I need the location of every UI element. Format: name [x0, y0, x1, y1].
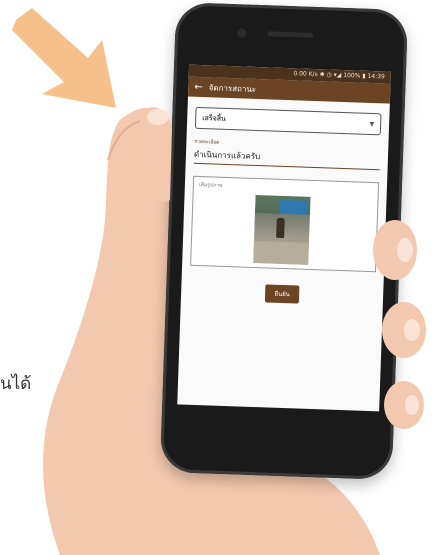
button-row: ยืนยัน — [189, 278, 376, 306]
front-camera — [237, 28, 247, 38]
photo-ground — [253, 240, 309, 265]
status-select-value: เสร็จสิ้น — [202, 113, 226, 123]
confirm-button[interactable]: ยืนยัน — [265, 284, 300, 304]
photo-person — [276, 217, 285, 239]
back-arrow-icon[interactable]: ← — [194, 81, 203, 92]
status-select[interactable]: เสร็จสิ้น ▼ — [194, 106, 382, 136]
chevron-down-icon: ▼ — [369, 120, 375, 128]
form-content: เสร็จสิ้น ▼ รายละเอียด ดำเนินการแล้วครับ… — [181, 97, 390, 307]
photo-stall — [278, 199, 308, 215]
speaker-grill — [267, 31, 314, 38]
photo-upload-label: เพิ่มรูปภาพ — [198, 181, 223, 189]
page-title: จัดการสถานะ — [208, 82, 257, 94]
phone-device: 0.00 K/s ✱ ◷ ▾◢ 100% ▮ 14:39 ← จัดการสถา… — [159, 2, 409, 480]
photo-upload-box[interactable]: เพิ่มรูปภาพ — [190, 175, 380, 273]
phone-screen: 0.00 K/s ✱ ◷ ▾◢ 100% ▮ 14:39 ← จัดการสถา… — [177, 64, 391, 412]
attached-photo[interactable] — [253, 194, 311, 265]
